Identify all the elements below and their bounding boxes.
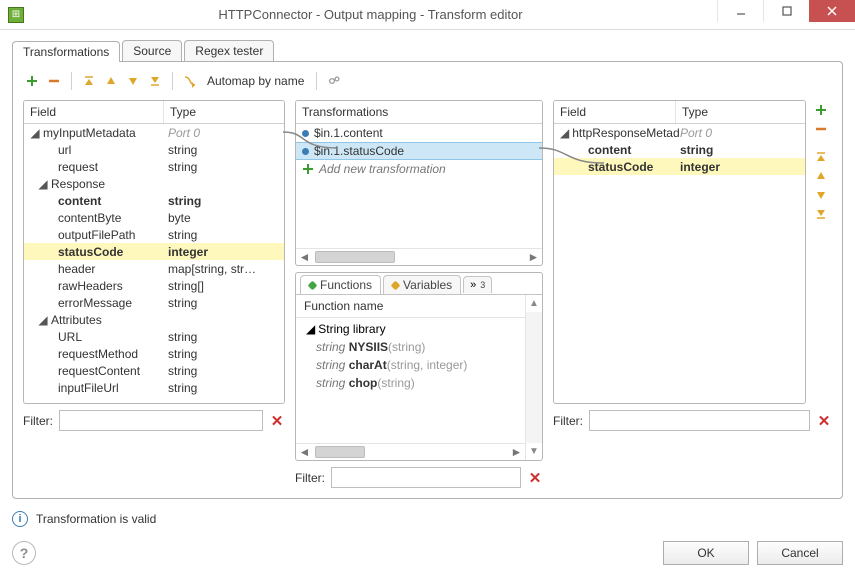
right-tree[interactable]: ◢httpResponseMetadPort 0 contentstring s… — [554, 124, 805, 403]
cancel-button[interactable]: Cancel — [757, 541, 843, 565]
function-row[interactable]: string chop(string) — [296, 374, 525, 392]
h-scrollbar[interactable]: ◄► — [296, 443, 525, 460]
right-header-type[interactable]: Type — [676, 101, 805, 123]
right-filter-clear-icon[interactable]: ✕ — [816, 412, 832, 430]
maximize-button[interactable] — [763, 0, 809, 22]
move-top-icon[interactable] — [80, 72, 98, 90]
status-bar: i Transformation is valid — [12, 511, 843, 527]
remove-icon[interactable] — [45, 72, 63, 90]
app-icon: ⊞ — [8, 7, 24, 23]
functions-list[interactable]: ◢String library string NYSIIS(string) st… — [296, 318, 525, 443]
transformations-header: Transformations — [296, 101, 542, 123]
left-filter-label: Filter: — [23, 414, 53, 428]
bullet-icon — [302, 148, 309, 155]
status-text: Transformation is valid — [36, 512, 156, 526]
tab-more[interactable]: »3 — [463, 276, 492, 293]
input-fields-panel: Field Type ◢myInputMetadataPort 0 urlstr… — [23, 100, 285, 404]
move-top-icon[interactable] — [812, 149, 830, 165]
right-header-field[interactable]: Field — [554, 101, 676, 123]
move-up-icon[interactable] — [812, 168, 830, 184]
functions-panel: Functions Variables »3 Function name ◢St… — [295, 272, 543, 461]
move-down-icon[interactable] — [124, 72, 142, 90]
mid-filter-input[interactable] — [331, 467, 521, 488]
dot-icon — [391, 280, 401, 290]
move-bottom-icon[interactable] — [146, 72, 164, 90]
function-row[interactable]: string charAt(string, integer) — [296, 356, 525, 374]
window-title: HTTPConnector - Output mapping - Transfo… — [24, 7, 717, 22]
tab-variables[interactable]: Variables — [383, 275, 461, 294]
output-fields-panel: Field Type ◢httpResponseMetadPort 0 cont… — [553, 100, 806, 404]
tab-functions[interactable]: Functions — [300, 275, 381, 294]
right-row-statuscode[interactable]: statusCodeinteger — [554, 158, 805, 175]
remove-icon[interactable] — [812, 121, 830, 137]
automap-icon[interactable] — [181, 72, 199, 90]
transformation-row-selected[interactable]: $in.1.statusCode — [296, 142, 542, 160]
dot-icon — [308, 280, 318, 290]
ok-button[interactable]: OK — [663, 541, 749, 565]
move-up-icon[interactable] — [102, 72, 120, 90]
help-button[interactable]: ? — [12, 541, 36, 565]
add-transformation-row[interactable]: Add new transformation — [296, 160, 542, 178]
tab-transformations[interactable]: Transformations — [12, 41, 120, 62]
function-row[interactable]: string NYSIIS(string) — [296, 338, 525, 356]
h-scrollbar[interactable]: ◄► — [296, 248, 542, 265]
left-header-field[interactable]: Field — [24, 101, 164, 123]
titlebar: ⊞ HTTPConnector - Output mapping - Trans… — [0, 0, 855, 30]
bullet-icon — [302, 130, 309, 137]
transformations-list-panel: Transformations $in.1.content $in.1.stat… — [295, 100, 543, 266]
separator — [172, 72, 173, 90]
right-filter-label: Filter: — [553, 414, 583, 428]
add-icon[interactable] — [23, 72, 41, 90]
main-tabs: Transformations Source Regex tester — [12, 40, 843, 61]
left-row-statuscode[interactable]: statusCodeinteger — [24, 243, 284, 260]
mid-filter-clear-icon[interactable]: ✕ — [527, 469, 543, 487]
v-scrollbar[interactable]: ▲▼ — [525, 295, 542, 460]
function-name-header: Function name — [296, 295, 525, 318]
plus-icon — [302, 163, 314, 175]
tab-regex-tester[interactable]: Regex tester — [184, 40, 274, 61]
info-icon: i — [12, 511, 28, 527]
left-filter-input[interactable] — [59, 410, 263, 431]
move-bottom-icon[interactable] — [812, 206, 830, 222]
left-tree[interactable]: ◢myInputMetadataPort 0 urlstring request… — [24, 124, 284, 403]
right-filter-input[interactable] — [589, 410, 810, 431]
left-header-type[interactable]: Type — [164, 101, 284, 123]
close-button[interactable] — [809, 0, 855, 22]
settings-icon[interactable] — [325, 72, 343, 90]
left-filter-clear-icon[interactable]: ✕ — [269, 412, 285, 430]
move-down-icon[interactable] — [812, 187, 830, 203]
separator — [316, 72, 317, 90]
add-icon[interactable] — [812, 102, 830, 118]
automap-label[interactable]: Automap by name — [203, 74, 308, 88]
transformation-row[interactable]: $in.1.content — [296, 124, 542, 142]
transformations-panel: Automap by name Field Type ◢myInputMetad… — [12, 61, 843, 499]
tab-source[interactable]: Source — [122, 40, 182, 61]
separator — [71, 72, 72, 90]
mid-filter-label: Filter: — [295, 471, 325, 485]
minimize-button[interactable] — [717, 0, 763, 22]
toolbar: Automap by name — [23, 70, 832, 94]
right-side-buttons — [812, 100, 832, 404]
